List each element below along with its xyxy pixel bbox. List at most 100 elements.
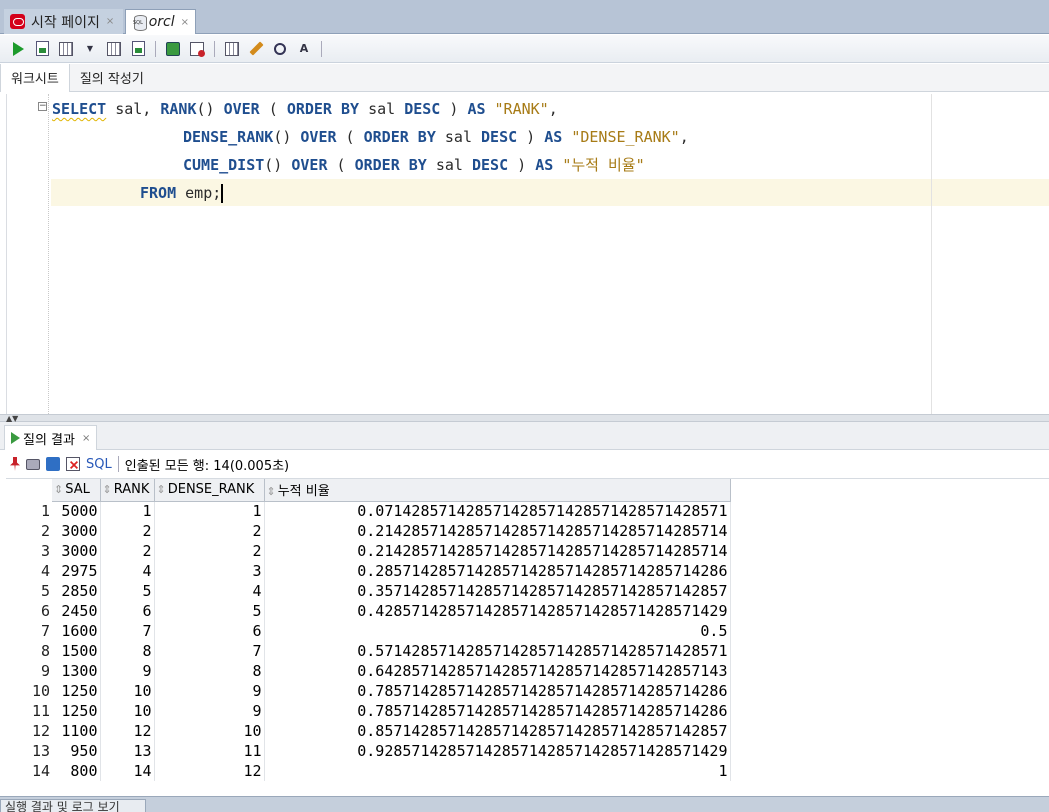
sql-tuning-button[interactable]	[222, 39, 242, 59]
cell-rank[interactable]: 4	[100, 561, 155, 581]
cell-cume-dist[interactable]: 0.35714285714285714285714285714285714285…	[264, 581, 731, 601]
table-row[interactable]: 12 1100 12 10 0.8571428571428571428571428571…	[6, 721, 731, 741]
cell-cume-dist[interactable]: 0.92857142857142857142857142857142857142…	[264, 741, 731, 761]
cell-cume-dist[interactable]: 0.21428571428571428571428571428571428571…	[264, 521, 731, 541]
cell-rank[interactable]: 6	[100, 601, 155, 621]
cell-dense-rank[interactable]: 11	[154, 741, 265, 761]
commit-button[interactable]	[56, 39, 76, 59]
cell-rank[interactable]: 12	[100, 721, 155, 741]
table-row[interactable]: 6 2450 6 5 0.4285714285714285714285714285714…	[6, 601, 731, 621]
column-header-cume-dist[interactable]: ⇕ 누적 비율	[264, 479, 731, 502]
cancel-fetch-icon[interactable]	[66, 457, 80, 471]
table-row[interactable]: 14 800 14 12 1	[6, 761, 731, 781]
panel-splitter[interactable]: ▲▼	[0, 414, 1049, 423]
cancel-button[interactable]	[187, 39, 207, 59]
cell-sal[interactable]: 1100	[52, 721, 101, 741]
cell-rank[interactable]: 2	[100, 541, 155, 561]
close-icon[interactable]: ×	[181, 17, 189, 28]
cell-sal[interactable]: 1250	[52, 701, 101, 721]
cell-dense-rank[interactable]: 5	[154, 601, 265, 621]
explain-plan-button[interactable]	[104, 39, 124, 59]
cell-sal[interactable]: 5000	[52, 501, 101, 521]
table-row[interactable]: 3 3000 2 2 0.2142857142857142857142857142857…	[6, 541, 731, 561]
close-icon[interactable]: ×	[82, 433, 90, 444]
compile-button[interactable]	[163, 39, 183, 59]
close-icon[interactable]: ×	[106, 16, 114, 27]
rollback-dropdown[interactable]: ▼	[80, 39, 100, 59]
cell-sal[interactable]: 2850	[52, 581, 101, 601]
cell-sal[interactable]: 1250	[52, 681, 101, 701]
cell-sal[interactable]: 3000	[52, 521, 101, 541]
tab-log[interactable]: 실행 결과 및 로그 보기	[0, 799, 146, 812]
print-icon[interactable]	[26, 458, 40, 470]
cell-dense-rank[interactable]: 7	[154, 641, 265, 661]
history-button[interactable]	[270, 39, 290, 59]
cell-dense-rank[interactable]: 9	[154, 681, 265, 701]
fold-toggle[interactable]: −	[38, 102, 47, 111]
cell-cume-dist[interactable]: 0.78571428571428571428571428571428571428…	[264, 701, 731, 721]
table-row[interactable]: 10 1250 10 9 0.78571428571428571428571428571…	[6, 681, 731, 701]
autotrace-button[interactable]	[128, 39, 148, 59]
tab-orcl[interactable]: orcl ×	[125, 9, 196, 34]
cell-cume-dist[interactable]: 0.21428571428571428571428571428571428571…	[264, 541, 731, 561]
cell-cume-dist[interactable]: 0.42857142857142857142857142857142857142…	[264, 601, 731, 621]
clear-button[interactable]	[246, 39, 266, 59]
table-row[interactable]: 4 2975 4 3 0.2857142857142857142857142857142…	[6, 561, 731, 581]
cell-rank[interactable]: 2	[100, 521, 155, 541]
cell-dense-rank[interactable]: 4	[154, 581, 265, 601]
cell-cume-dist[interactable]: 1	[264, 761, 731, 781]
cell-sal[interactable]: 1300	[52, 661, 101, 681]
show-sql-link[interactable]: SQL	[86, 457, 112, 472]
table-row[interactable]: 5 2850 5 4 0.3571428571428571428571428571428…	[6, 581, 731, 601]
cell-sal[interactable]: 800	[52, 761, 101, 781]
refresh-icon[interactable]	[46, 457, 60, 471]
cell-dense-rank[interactable]: 9	[154, 701, 265, 721]
cell-dense-rank[interactable]: 1	[154, 501, 265, 521]
column-header-dense-rank[interactable]: ⇕ DENSE_RANK	[154, 479, 265, 502]
sql-editor[interactable]: − SELECT sal, RANK() OVER ( ORDER BY sal…	[6, 94, 1049, 414]
tab-start-page[interactable]: 시작 페이지 ×	[4, 9, 123, 34]
cell-rank[interactable]: 10	[100, 681, 155, 701]
cell-cume-dist[interactable]: 0.5	[264, 621, 731, 641]
cell-dense-rank[interactable]: 2	[154, 521, 265, 541]
table-row[interactable]: 13 950 13 11 0.92857142857142857142857142857…	[6, 741, 731, 761]
cell-sal[interactable]: 2450	[52, 601, 101, 621]
tab-query-result[interactable]: 질의 결과 ×	[4, 425, 98, 450]
table-row[interactable]: 7 1600 7 6 0.5	[6, 621, 731, 641]
table-row[interactable]: 9 1300 9 8 0.6428571428571428571428571428571…	[6, 661, 731, 681]
cell-dense-rank[interactable]: 2	[154, 541, 265, 561]
cell-sal[interactable]: 2975	[52, 561, 101, 581]
cell-rank[interactable]: 9	[100, 661, 155, 681]
format-button[interactable]: A	[294, 39, 314, 59]
table-row[interactable]: 11 1250 10 9 0.78571428571428571428571428571…	[6, 701, 731, 721]
table-row[interactable]: 8 1500 8 7 0.5714285714285714285714285714285…	[6, 641, 731, 661]
collapse-arrows-icon[interactable]: ▲▼	[6, 415, 18, 423]
cell-rank[interactable]: 7	[100, 621, 155, 641]
cell-cume-dist[interactable]: 0.85714285714285714285714285714285714285…	[264, 721, 731, 741]
cell-dense-rank[interactable]: 10	[154, 721, 265, 741]
cell-rank[interactable]: 1	[100, 501, 155, 521]
table-row[interactable]: 2 3000 2 2 0.2142857142857142857142857142857…	[6, 521, 731, 541]
table-row[interactable]: 1 5000 1 1 0.0714285714285714285714285714285…	[6, 501, 731, 521]
cell-dense-rank[interactable]: 3	[154, 561, 265, 581]
cell-sal[interactable]: 1500	[52, 641, 101, 661]
cell-rank[interactable]: 8	[100, 641, 155, 661]
cell-sal[interactable]: 3000	[52, 541, 101, 561]
cell-cume-dist[interactable]: 0.57142857142857142857142857142857142857…	[264, 641, 731, 661]
cell-rank[interactable]: 14	[100, 761, 155, 781]
cell-dense-rank[interactable]: 8	[154, 661, 265, 681]
cell-rank[interactable]: 13	[100, 741, 155, 761]
run-statement-button[interactable]	[8, 39, 28, 59]
cell-rank[interactable]: 5	[100, 581, 155, 601]
column-header-rank[interactable]: ⇕ RANK	[100, 479, 155, 502]
cell-dense-rank[interactable]: 6	[154, 621, 265, 641]
run-script-button[interactable]	[32, 39, 52, 59]
pin-icon[interactable]	[10, 457, 20, 471]
column-header-sal[interactable]: ⇕ SAL	[52, 479, 101, 502]
tab-worksheet[interactable]: 워크시트	[0, 63, 70, 92]
cell-cume-dist[interactable]: 0.78571428571428571428571428571428571428…	[264, 681, 731, 701]
cell-sal[interactable]: 1600	[52, 621, 101, 641]
cell-rank[interactable]: 10	[100, 701, 155, 721]
cell-cume-dist[interactable]: 0.28571428571428571428571428571428571428…	[264, 561, 731, 581]
tab-query-builder[interactable]: 질의 작성기	[70, 64, 154, 92]
